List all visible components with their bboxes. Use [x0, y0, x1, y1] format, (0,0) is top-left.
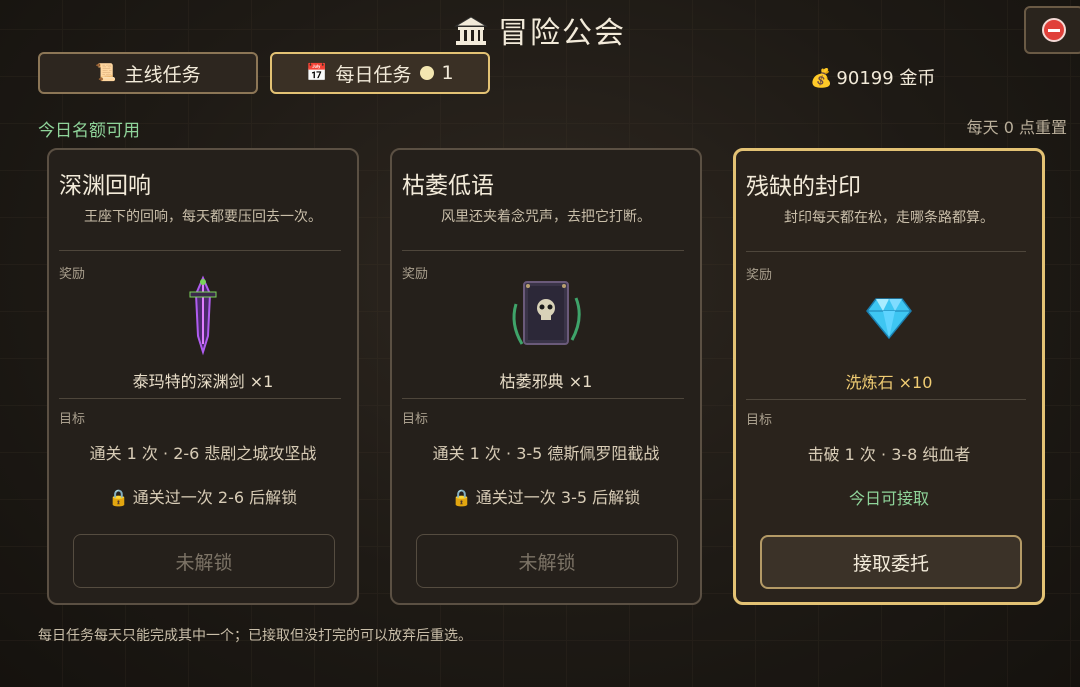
locked-button[interactable]: 未解锁	[73, 534, 335, 588]
lock-icon: 🔒	[108, 488, 129, 507]
tab-label: 每日任务	[335, 63, 412, 86]
quest-title: 残缺的封印	[746, 174, 861, 200]
goal-section-label: 目标	[746, 413, 773, 428]
available-status: 今日可接取	[848, 489, 929, 508]
quest-card-selected[interactable]: 残缺的封印 封印每天都在松，走哪条路都算。 奖励 洗炼石 ×10 目标 击破 1…	[733, 148, 1045, 605]
divider	[746, 251, 1026, 252]
title-text: 冒险公会	[498, 16, 626, 51]
reward-section-label: 奖励	[746, 268, 773, 283]
divider	[402, 250, 684, 251]
badge-dot-icon	[419, 66, 434, 80]
reset-note: 每天 0 点重置	[966, 118, 1067, 137]
quest-desc: 风里还夹着念咒声，去把它打断。	[441, 209, 651, 225]
divider	[402, 398, 684, 399]
calendar-icon: 📅	[306, 63, 328, 83]
divider	[746, 399, 1026, 400]
reward-section-label: 奖励	[402, 267, 429, 282]
unlock-text: 通关过一次 2-6 后解锁	[132, 488, 298, 507]
reward-section-label: 奖励	[59, 267, 86, 282]
footer-note: 每日任务每天只能完成其中一个；已接取但没打完的可以放弃后重选。	[38, 628, 472, 644]
quest-desc: 王座下的回响，每天都要压回去一次。	[84, 209, 322, 225]
accept-quest-button[interactable]: 接取委托	[760, 535, 1022, 589]
withered-tome-icon	[508, 274, 584, 360]
quest-title: 枯萎低语	[402, 173, 494, 199]
gold-unit: 金币	[899, 68, 936, 89]
quest-title: 深渊回响	[59, 173, 151, 199]
goal-text: 击破 1 次 · 3-8 纯血者	[807, 445, 971, 464]
quest-card: 枯萎低语 风里还夹着念咒声，去把它打断。 奖励 枯萎邪典 ×1 目标 通关 1 …	[390, 148, 702, 605]
tab-daily-quests[interactable]: 📅 每日任务 1	[270, 52, 490, 94]
diamond-icon	[866, 297, 912, 343]
goal-text: 通关 1 次 · 2-6 悲剧之城攻坚战	[89, 444, 317, 463]
money-bag-icon: 💰	[810, 68, 833, 89]
goal-section-label: 目标	[59, 412, 86, 427]
guild-hall-icon	[454, 15, 488, 55]
quest-desc: 封印每天都在松，走哪条路都算。	[784, 210, 994, 226]
tab-label: 主线任务	[124, 63, 201, 86]
reward-name: 泰玛特的深渊剑 ×1	[132, 372, 274, 391]
abyss-sword-icon	[178, 274, 228, 360]
gold-display: 💰 90199 金币	[810, 64, 935, 90]
tab-main-quests[interactable]: 📜 主线任务	[38, 52, 258, 94]
divider	[59, 250, 341, 251]
gold-amount: 90199	[836, 68, 894, 89]
close-button[interactable]	[1024, 6, 1080, 54]
goal-text: 通关 1 次 · 3-5 德斯佩罗阻截战	[432, 444, 660, 463]
tab-badge: 1	[441, 62, 454, 84]
close-icon	[1042, 18, 1066, 42]
unlock-requirement: 🔒 通关过一次 3-5 后解锁	[392, 484, 700, 508]
scroll-icon: 📜	[95, 63, 117, 83]
reward-name: 洗炼石 ×10	[845, 373, 933, 392]
page-title: 冒险公会	[0, 8, 1080, 55]
unlock-requirement: 🔒 通关过一次 2-6 后解锁	[49, 484, 357, 508]
goal-section-label: 目标	[402, 412, 429, 427]
locked-button[interactable]: 未解锁	[416, 534, 678, 588]
quota-status: 今日名额可用	[38, 121, 140, 141]
lock-icon: 🔒	[451, 488, 472, 507]
divider	[59, 398, 341, 399]
unlock-text: 通关过一次 3-5 后解锁	[475, 488, 641, 507]
quest-card: 深渊回响 王座下的回响，每天都要压回去一次。 奖励 泰玛特的深渊剑 ×1 目标 …	[47, 148, 359, 605]
reward-name: 枯萎邪典 ×1	[499, 372, 593, 391]
